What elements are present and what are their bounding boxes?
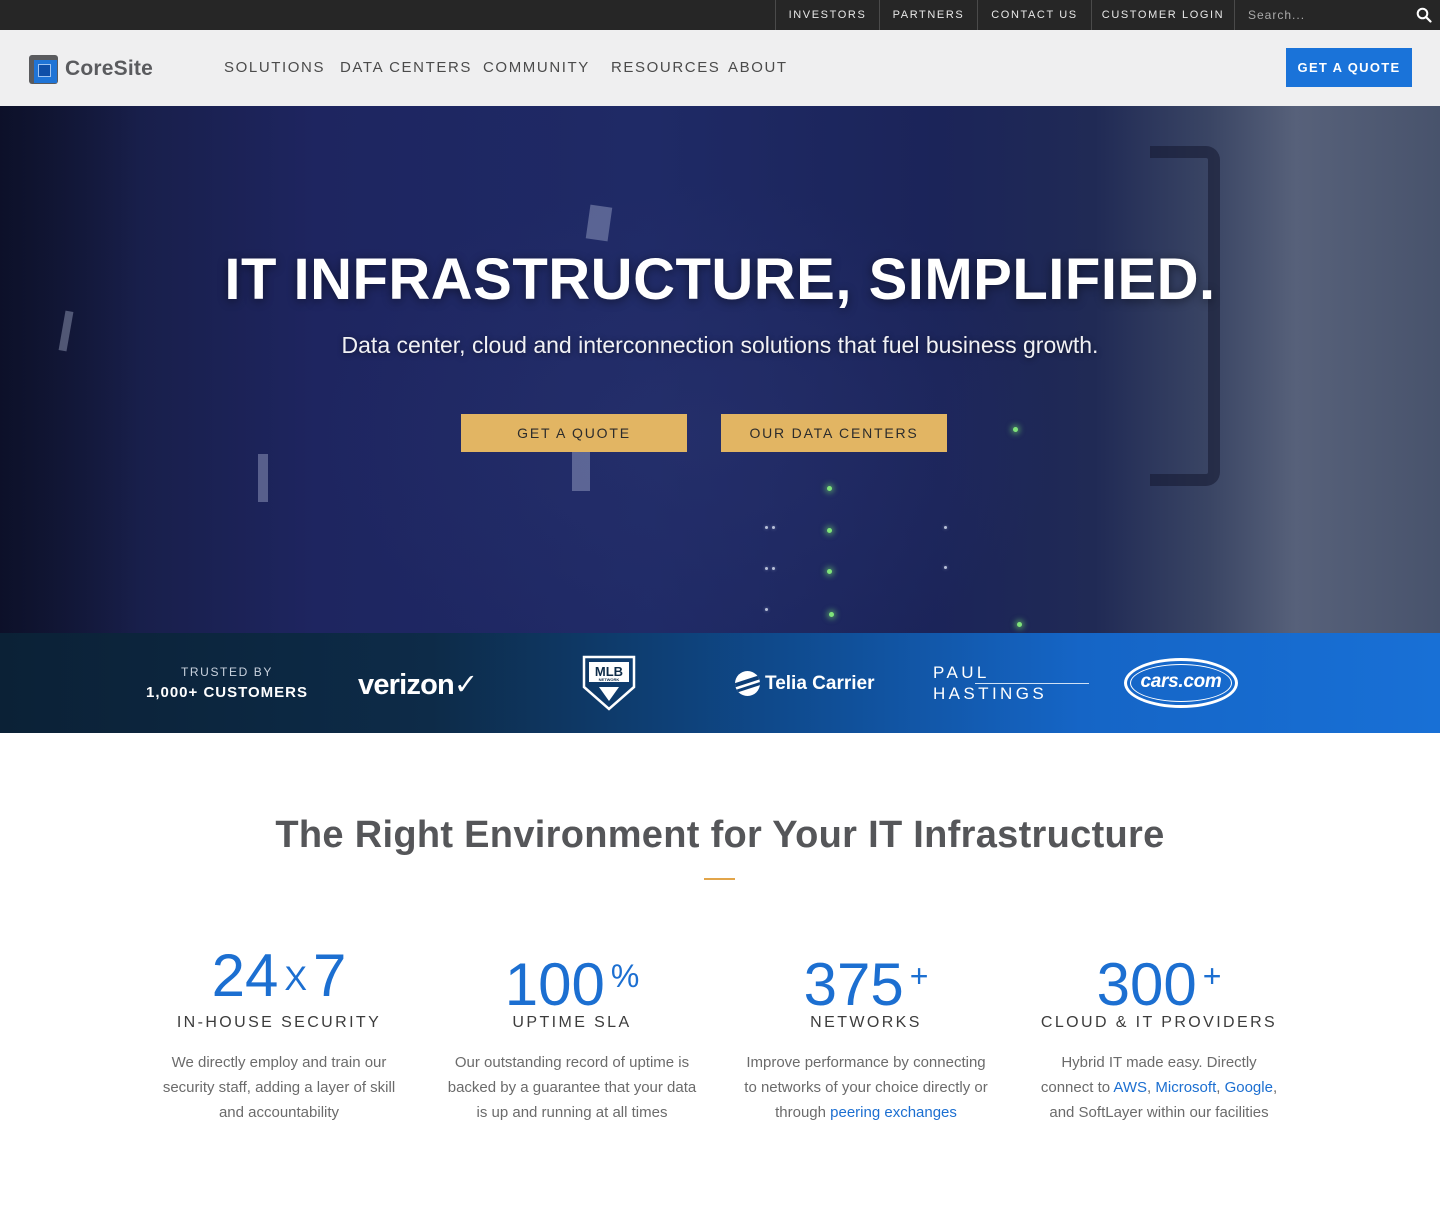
paul-hastings-logo: PAUL HASTINGS	[933, 663, 1089, 703]
nav-solutions[interactable]: SOLUTIONS	[224, 30, 325, 106]
mlb-network-text: NETWORK	[599, 677, 620, 682]
status-led	[1017, 622, 1022, 627]
search-input[interactable]	[1235, 0, 1410, 30]
stat-security-desc: We directly employ and train our securit…	[162, 1054, 396, 1121]
coresite-logo-mark	[29, 54, 58, 84]
utility-bar: INVESTORS PARTNERS CONTACT US CUSTOMER L…	[0, 0, 1440, 30]
contact-us-link[interactable]: CONTACT US	[977, 0, 1091, 30]
cars-com-logo: cars.com	[1124, 658, 1238, 708]
verizon-logo: verizon✓	[358, 669, 478, 701]
paul-hastings-line2: HASTINGS	[933, 684, 1048, 703]
status-led	[827, 569, 832, 574]
logo-text: CoreSite	[65, 57, 153, 80]
trusted-by-label: TRUSTED BY 1,000+ CUSTOMERS	[136, 665, 318, 701]
telia-mark-icon	[735, 671, 760, 696]
status-led	[1013, 427, 1018, 432]
status-led	[944, 566, 947, 569]
status-led	[765, 567, 768, 570]
stat-networks: 375 + NETWORKS Improve performance by con…	[719, 940, 1013, 1125]
features-title: The Right Environment for Your IT Infras…	[275, 814, 1165, 856]
hero-section: IT INFRASTRUCTURE, SIMPLIFIED. Data cent…	[0, 106, 1440, 633]
status-led	[772, 567, 775, 570]
status-led	[827, 486, 832, 491]
status-led	[765, 526, 768, 529]
stat-uptime: 100% UPTIME SLA Our outstanding record o…	[425, 940, 719, 1125]
nav-community[interactable]: COMMUNITY	[483, 30, 590, 106]
hero-title: IT INFRASTRUCTURE, SIMPLIFIED.	[224, 247, 1216, 312]
stat-cloud-providers: 300 + CLOUD & IT PROVIDERS Hybrid IT made…	[1012, 940, 1306, 1125]
aws-link[interactable]: AWS	[1113, 1079, 1147, 1096]
trusted-by-line1: TRUSTED BY	[180, 665, 273, 679]
nav-about[interactable]: ABOUT	[728, 30, 788, 106]
paul-hastings-line1: PAUL	[933, 663, 990, 682]
investors-link[interactable]: INVESTORS	[775, 0, 879, 30]
telia-carrier-logo: Telia Carrier	[735, 671, 874, 696]
partners-link[interactable]: PARTNERS	[879, 0, 977, 30]
customer-logos-strip: TRUSTED BY 1,000+ CUSTOMERS verizon✓ MLB…	[0, 633, 1440, 733]
stat-security-label: IN-HOUSE SECURITY	[176, 1014, 382, 1031]
title-divider	[704, 878, 735, 880]
stat-security: 24 X 7 IN-HOUSE SECURITY We directly emplo…	[132, 940, 426, 1125]
coresite-logo[interactable]: CoreSite	[29, 54, 153, 84]
stat-networks-desc: Improve performance by connecting to net…	[744, 1054, 988, 1121]
search-icon[interactable]	[1416, 7, 1432, 23]
peering-exchanges-link[interactable]: peering exchanges	[830, 1104, 957, 1121]
status-led	[772, 526, 775, 529]
stat-networks-label: NETWORKS	[810, 1014, 922, 1031]
status-led	[944, 526, 947, 529]
nav-data-centers[interactable]: DATA CENTERS	[340, 30, 472, 106]
main-nav: CoreSite SOLUTIONS DATA CENTERS COMMUNIT…	[0, 30, 1440, 106]
nav-get-quote-button[interactable]: GET A QUOTE	[1286, 48, 1412, 87]
stat-security-number: 24 X 7	[211, 942, 347, 1009]
rack-slot	[585, 204, 613, 242]
hero-get-quote-button[interactable]: GET A QUOTE	[461, 414, 687, 452]
stat-cloud-desc: Hybrid IT made easy. Directly connect to…	[1040, 1054, 1278, 1121]
microsoft-link[interactable]: Microsoft	[1155, 1079, 1216, 1096]
status-led	[765, 608, 768, 611]
hero-subtitle: Data center, cloud and interconnection s…	[341, 332, 1099, 358]
hero-data-centers-button[interactable]: OUR DATA CENTERS	[721, 414, 947, 452]
rack-slot	[258, 454, 268, 502]
status-led	[827, 528, 832, 533]
customer-login-link[interactable]: CUSTOMER LOGIN	[1091, 0, 1234, 30]
trusted-by-line2: 1,000+ CUSTOMERS	[145, 684, 309, 701]
stat-cloud-number: 300 +	[1096, 951, 1222, 1018]
google-link[interactable]: Google	[1225, 1079, 1273, 1096]
telia-carrier-text: Telia Carrier	[765, 672, 875, 694]
server-rack-handle	[1150, 146, 1220, 486]
stat-uptime-number: 100%	[504, 951, 640, 1018]
stat-cloud-label: CLOUD & IT PROVIDERS	[1040, 1014, 1278, 1031]
search-box	[1234, 0, 1440, 30]
stat-networks-number: 375 +	[803, 951, 929, 1018]
stat-uptime-label: UPTIME SLA	[512, 1014, 632, 1031]
stat-uptime-desc: Our outstanding record of uptime is back…	[447, 1054, 697, 1121]
status-led	[829, 612, 834, 617]
nav-resources[interactable]: RESOURCES	[611, 30, 720, 106]
hero-shade	[0, 106, 140, 633]
mlb-network-logo: MLB NETWORK	[582, 655, 636, 711]
rack-slot	[572, 451, 590, 491]
